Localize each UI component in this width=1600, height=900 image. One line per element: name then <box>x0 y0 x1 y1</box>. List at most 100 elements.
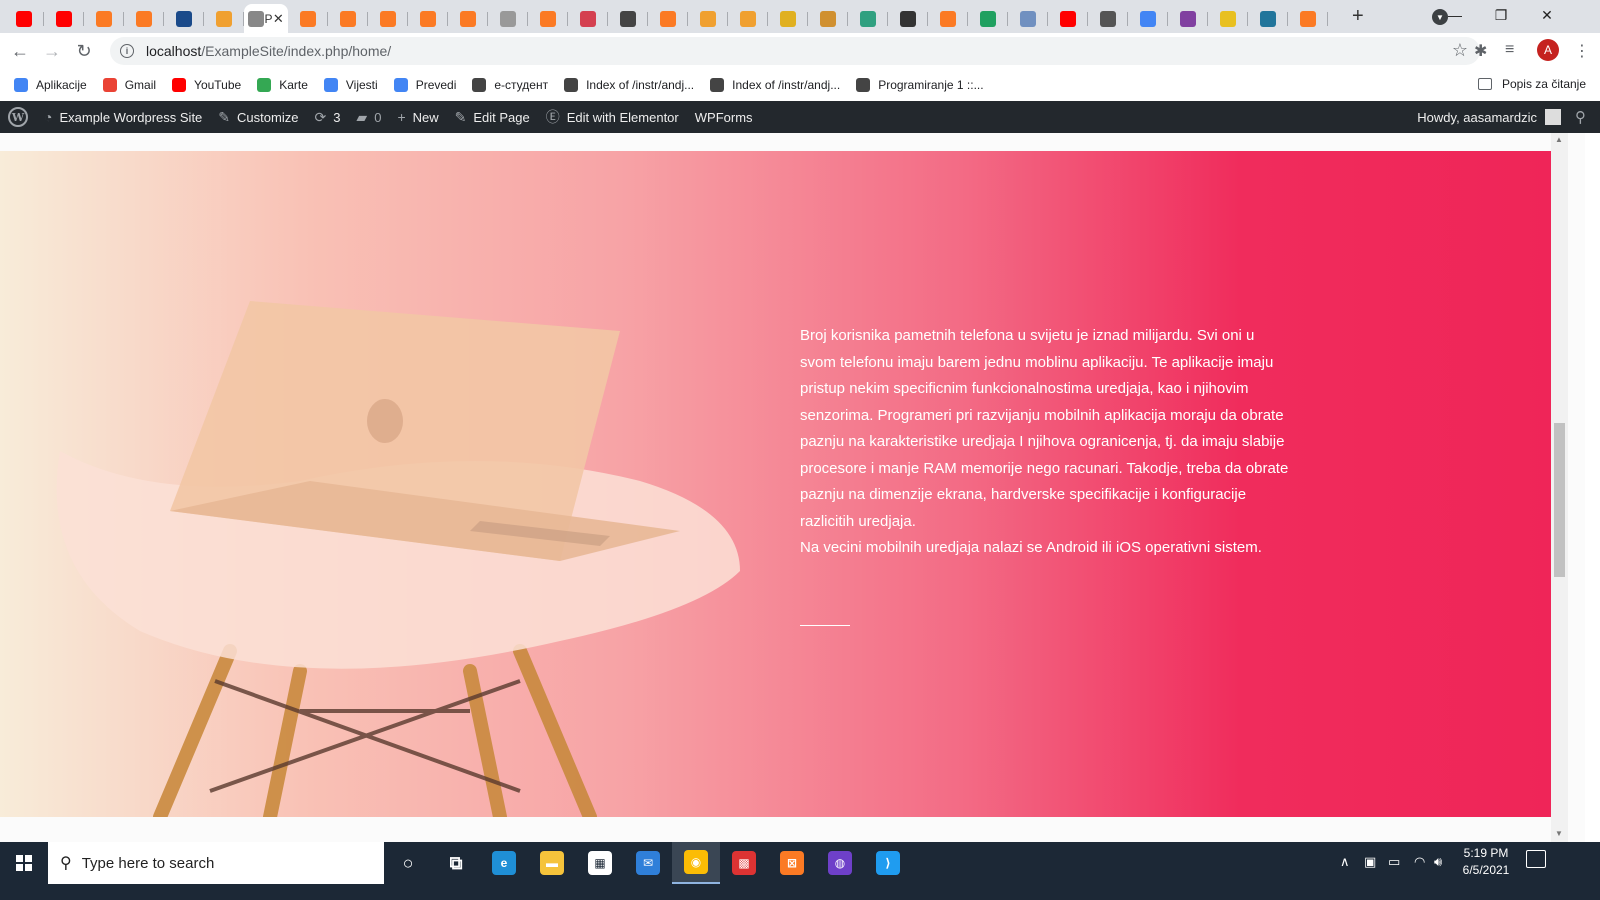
new-content-link[interactable]: + New <box>389 101 446 133</box>
edge-icon: e <box>492 851 516 875</box>
browser-tab[interactable] <box>928 4 968 33</box>
browser-tab[interactable] <box>448 4 488 33</box>
forward-icon[interactable]: → <box>40 39 64 63</box>
battery-icon[interactable]: ▭ <box>1388 854 1400 870</box>
browser-tab[interactable] <box>1248 4 1288 33</box>
browser-tab[interactable] <box>44 4 84 33</box>
restore-button[interactable]: ❐ <box>1478 0 1524 30</box>
browser-tab[interactable] <box>1128 4 1168 33</box>
start-button[interactable] <box>0 842 48 884</box>
comments-link[interactable]: ▰ 0 <box>348 101 389 133</box>
scroll-thumb[interactable] <box>1554 423 1565 577</box>
bookmark-label: Index of /instr/andj... <box>732 78 841 92</box>
media-control-icon[interactable]: ≡ <box>1505 41 1514 59</box>
browser-tab[interactable] <box>1208 4 1248 33</box>
task-view-taskbar-button[interactable]: ⧉ <box>432 842 480 884</box>
browser-tab[interactable] <box>164 4 204 33</box>
browser-tab[interactable] <box>84 4 124 33</box>
wp-logo-button[interactable]: W <box>0 101 36 133</box>
howdy-link[interactable]: Howdy, aasamardzic <box>1417 110 1537 125</box>
github-taskbar-button[interactable]: ◍ <box>816 842 864 884</box>
meet-now-icon[interactable]: ▣ <box>1364 854 1376 870</box>
reload-icon[interactable]: ↻ <box>72 39 96 63</box>
profile-avatar[interactable]: A <box>1537 39 1559 61</box>
browser-tab[interactable] <box>1048 4 1088 33</box>
close-tab-icon[interactable]: ✕ <box>273 11 284 27</box>
bookmark-item[interactable]: Aplikacije <box>14 78 87 92</box>
browser-tab[interactable] <box>608 4 648 33</box>
xampp-icon <box>500 10 516 27</box>
wifi-icon[interactable]: ◠ <box>1414 854 1425 870</box>
browser-tab[interactable] <box>808 4 848 33</box>
browser-tab[interactable] <box>328 4 368 33</box>
edge-taskbar-button[interactable]: e <box>480 842 528 884</box>
vscode-taskbar-button[interactable]: ⟩ <box>864 842 912 884</box>
bookmark-item[interactable]: Index of /instr/andj... <box>710 78 840 92</box>
browser-tab[interactable] <box>968 4 1008 33</box>
browser-tab[interactable] <box>488 4 528 33</box>
scroll-up-icon[interactable]: ▲ <box>1555 135 1563 144</box>
browser-tab[interactable] <box>368 4 408 33</box>
bookmark-item[interactable]: Prevedi <box>393 78 457 92</box>
browser-tab[interactable] <box>528 4 568 33</box>
cortana-taskbar-button[interactable]: ○ <box>384 842 432 884</box>
minimize-button[interactable]: — <box>1432 0 1478 30</box>
browser-tab[interactable] <box>568 4 608 33</box>
browser-tab[interactable] <box>688 4 728 33</box>
new-tab-button[interactable]: + <box>1352 6 1364 26</box>
file-explorer-taskbar-button[interactable]: ▬ <box>528 842 576 884</box>
edit-page-link[interactable]: ✎ Edit Page <box>447 101 538 133</box>
bookmark-item[interactable]: Karte <box>257 78 308 92</box>
browser-tab[interactable] <box>1008 4 1048 33</box>
browser-tab[interactable] <box>1168 4 1208 33</box>
close-window-button[interactable]: ✕ <box>1524 0 1570 30</box>
taskbar-search[interactable]: ⚲ Type here to search <box>48 842 384 884</box>
comment-icon: ▰ <box>356 108 368 125</box>
browser-tab[interactable] <box>4 4 44 33</box>
browser-tab[interactable] <box>768 4 808 33</box>
back-icon[interactable]: ← <box>8 39 32 63</box>
volume-icon[interactable]: 🔊︎ <box>1434 854 1442 870</box>
browser-tab[interactable] <box>204 4 244 33</box>
customize-link[interactable]: ✎ Customize <box>210 101 306 133</box>
store-taskbar-button[interactable]: ▦ <box>576 842 624 884</box>
mail-taskbar-button[interactable]: ✉ <box>624 842 672 884</box>
color-app-taskbar-button[interactable]: ▩ <box>720 842 768 884</box>
menu-icon[interactable]: ⋮ <box>1574 41 1590 61</box>
browser-tab[interactable] <box>848 4 888 33</box>
bookmark-item[interactable]: Programiranje 1 ::... <box>856 78 984 92</box>
address-bar[interactable]: i localhost/ExampleSite/index.php/home/ … <box>110 37 1480 65</box>
search-icon[interactable]: ⚲ <box>1575 108 1586 126</box>
updates-link[interactable]: ⟳ 3 <box>306 101 348 133</box>
site-name-link[interactable]: ◔ Example Wordpress Site <box>36 101 210 133</box>
browser-tab[interactable] <box>124 4 164 33</box>
bookmark-item[interactable]: Vijesti <box>323 78 378 92</box>
xampp-taskbar-button[interactable]: ⊠ <box>768 842 816 884</box>
reading-list-button[interactable]: Popis za čitanje <box>1477 77 1586 91</box>
bookmark-star-icon[interactable]: ☆ <box>1452 40 1468 61</box>
site-info-icon[interactable]: i <box>120 44 134 58</box>
page-scrollbar[interactable]: ▲ ▼ <box>1551 133 1568 842</box>
bookmark-label: Prevedi <box>415 78 457 92</box>
system-clock[interactable]: 5:19 PM 6/5/2021 <box>1456 845 1516 879</box>
user-avatar[interactable] <box>1545 109 1561 125</box>
show-hidden-icons[interactable]: ∧ <box>1340 854 1350 870</box>
wpforms-link[interactable]: WPForms <box>687 101 761 133</box>
browser-tab[interactable] <box>408 4 448 33</box>
browser-tab[interactable] <box>1088 4 1128 33</box>
bookmark-item[interactable]: Index of /instr/andj... <box>564 78 694 92</box>
browser-tab[interactable]: P ✕ <box>244 4 288 33</box>
browser-tab[interactable] <box>888 4 928 33</box>
scroll-down-icon[interactable]: ▼ <box>1555 829 1563 838</box>
bookmark-item[interactable]: YouTube <box>172 78 241 92</box>
notifications-icon[interactable] <box>1526 850 1546 868</box>
bookmark-item[interactable]: е-студент <box>472 78 548 92</box>
browser-tab[interactable] <box>648 4 688 33</box>
browser-tab[interactable] <box>288 4 328 33</box>
edit-elementor-link[interactable]: Ⓔ Edit with Elementor <box>538 101 687 133</box>
bookmark-item[interactable]: Gmail <box>102 78 156 92</box>
browser-tab[interactable] <box>1288 4 1328 33</box>
chrome-taskbar-button[interactable]: ◉ <box>672 842 720 884</box>
extensions-icon[interactable]: ✱ <box>1474 41 1487 61</box>
browser-tab[interactable] <box>728 4 768 33</box>
